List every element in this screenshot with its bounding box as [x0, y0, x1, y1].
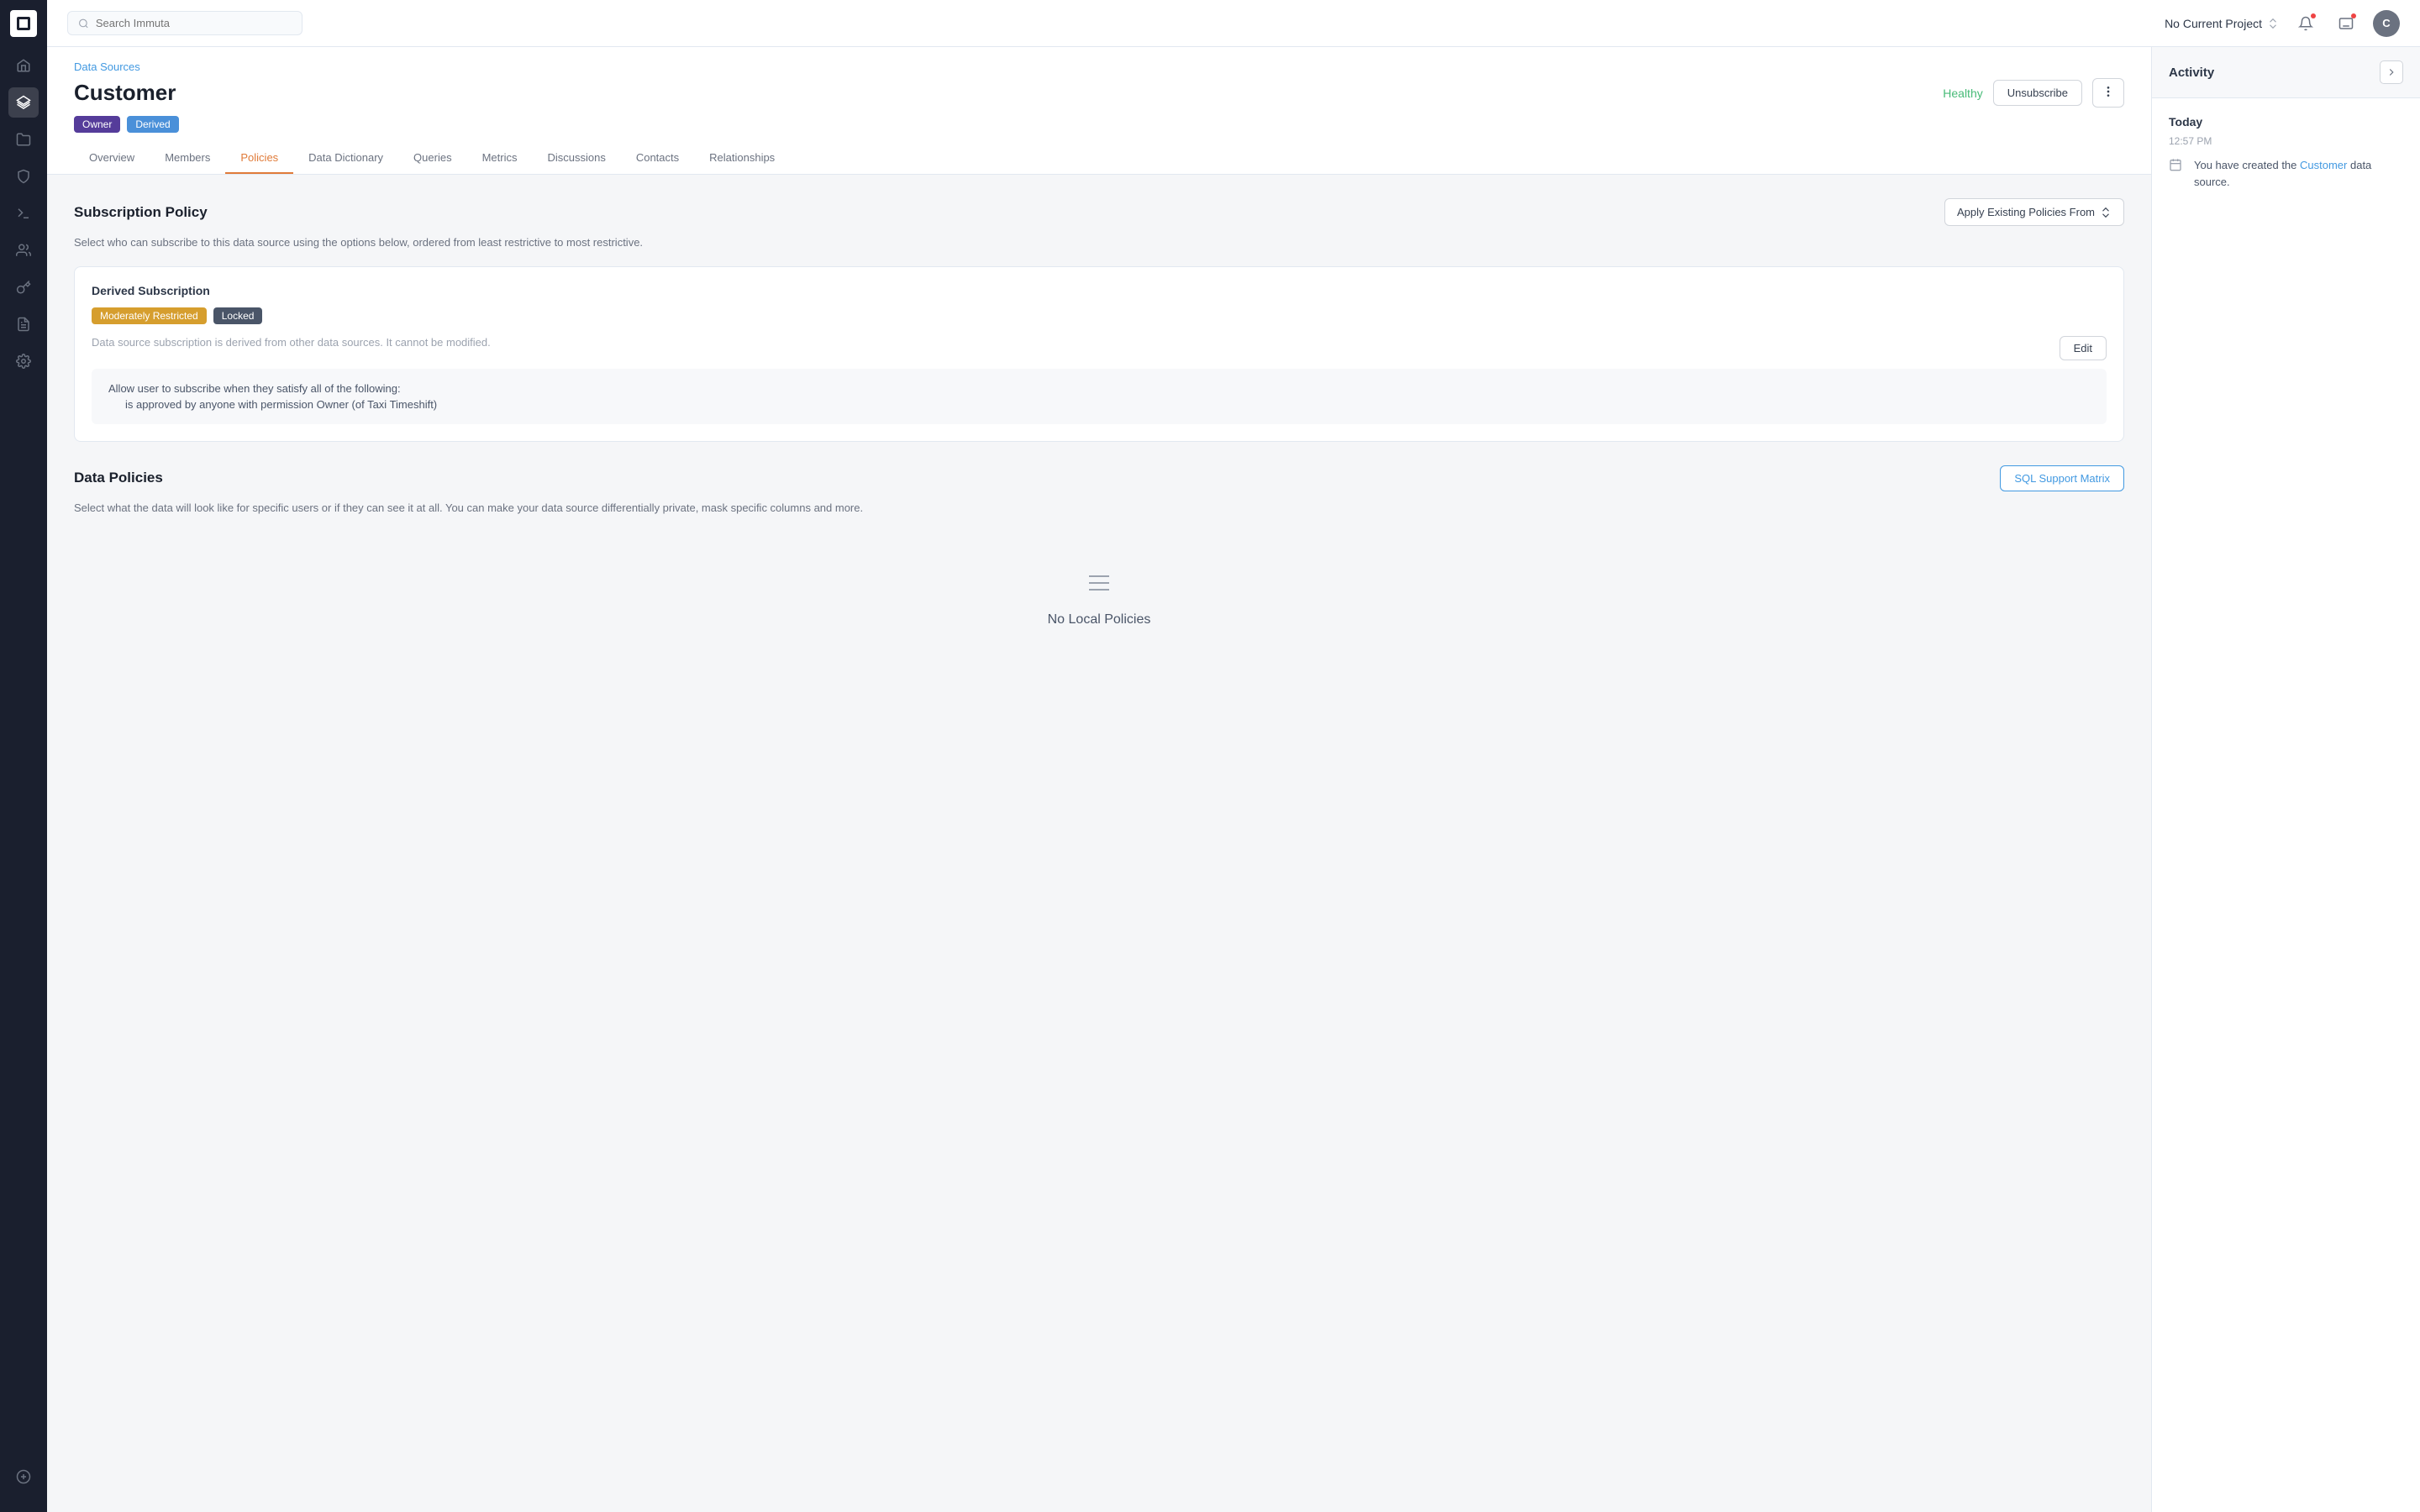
chevron-updown-icon [2267, 18, 2279, 29]
tab-data-dictionary[interactable]: Data Dictionary [293, 143, 398, 174]
tag-derived: Derived [127, 116, 178, 133]
project-label: No Current Project [2165, 17, 2262, 30]
content-body: Subscription Policy Apply Existing Polic… [47, 175, 2151, 683]
page-header: Data Sources Customer Healthy Unsubscrib… [47, 47, 2151, 175]
activity-today-label: Today [2169, 115, 2403, 129]
search-icon [78, 18, 89, 29]
activity-body: Today 12:57 PM You have created the Cust… [2152, 98, 2420, 207]
activity-time: 12:57 PM [2169, 135, 2403, 147]
tab-relationships[interactable]: Relationships [694, 143, 790, 174]
subscription-policy-title: Subscription Policy [74, 204, 208, 221]
notification-dot [2311, 13, 2316, 18]
breadcrumb[interactable]: Data Sources [74, 60, 2124, 73]
tag-owner: Owner [74, 116, 120, 133]
sql-support-matrix-button[interactable]: SQL Support Matrix [2000, 465, 2124, 491]
more-menu-button[interactable] [2092, 78, 2124, 108]
sidebar-item-users[interactable] [8, 235, 39, 265]
sidebar-item-add[interactable] [8, 1462, 39, 1492]
policy-rule-box: Allow user to subscribe when they satisf… [92, 369, 2107, 424]
sidebar-item-terminal[interactable] [8, 198, 39, 228]
sidebar-item-layers[interactable] [8, 87, 39, 118]
sidebar [0, 0, 47, 1512]
notifications-icon[interactable] [2292, 10, 2319, 37]
tabs: Overview Members Policies Data Dictionar… [74, 143, 2124, 174]
search-box[interactable] [67, 11, 302, 35]
sidebar-item-shield[interactable] [8, 161, 39, 192]
policy-card-title: Derived Subscription [92, 284, 2107, 297]
tab-metrics[interactable]: Metrics [467, 143, 533, 174]
sidebar-item-report[interactable] [8, 309, 39, 339]
tab-contacts[interactable]: Contacts [621, 143, 694, 174]
activity-item-text: You have created the Customer data sourc… [2194, 157, 2403, 190]
sidebar-item-folder[interactable] [8, 124, 39, 155]
subscription-policy-header: Subscription Policy Apply Existing Polic… [74, 198, 2124, 226]
tab-overview[interactable]: Overview [74, 143, 150, 174]
topnav: No Current Project C [47, 0, 2420, 47]
activity-title: Activity [2169, 66, 2214, 80]
derived-subscription-card: Derived Subscription Moderately Restrict… [74, 266, 2124, 442]
policy-rule-line1: Allow user to subscribe when they satisf… [108, 382, 2090, 395]
sidebar-item-key[interactable] [8, 272, 39, 302]
project-selector[interactable]: No Current Project [2165, 17, 2279, 30]
tab-queries[interactable]: Queries [398, 143, 467, 174]
no-policies-title: No Local Policies [1048, 612, 1151, 627]
policy-badges: Moderately Restricted Locked [92, 307, 2107, 324]
app-logo[interactable] [10, 10, 37, 37]
sidebar-item-settings[interactable] [8, 346, 39, 376]
calendar-icon [2169, 158, 2186, 175]
badge-locked: Locked [213, 307, 263, 324]
chevron-updown-icon [2100, 207, 2112, 218]
page-title: Customer [74, 80, 176, 106]
keyboard-notification-dot [2351, 13, 2356, 18]
edit-button[interactable]: Edit [2060, 336, 2107, 360]
activity-text-before: You have created the [2194, 159, 2300, 171]
tab-discussions[interactable]: Discussions [532, 143, 620, 174]
status-badge: Healthy [1943, 87, 1982, 100]
badge-moderately-restricted: Moderately Restricted [92, 307, 207, 324]
activity-item: You have created the Customer data sourc… [2169, 157, 2403, 190]
data-policies-desc: Select what the data will look like for … [74, 500, 2124, 517]
activity-header: Activity [2152, 47, 2420, 98]
activity-panel: Activity Today 12:57 PM You have created… [2151, 47, 2420, 1512]
no-policies-icon [1086, 570, 1113, 599]
data-policies-title: Data Policies [74, 470, 163, 486]
subscription-policy-desc: Select who can subscribe to this data so… [74, 234, 2124, 251]
avatar[interactable]: C [2373, 10, 2400, 37]
data-policies-header: Data Policies SQL Support Matrix [74, 465, 2124, 491]
apply-btn-label: Apply Existing Policies From [1957, 206, 2095, 218]
keyboard-icon[interactable] [2333, 10, 2360, 37]
sidebar-item-home[interactable] [8, 50, 39, 81]
activity-toggle-button[interactable] [2380, 60, 2403, 84]
activity-customer-link[interactable]: Customer [2300, 159, 2347, 171]
header-actions: Healthy Unsubscribe [1943, 78, 2124, 108]
chevron-right-icon [2386, 66, 2397, 78]
tags-row: Owner Derived [74, 116, 2124, 133]
policy-rule-line2: is approved by anyone with permission Ow… [108, 398, 2090, 411]
no-policies-area: No Local Policies [74, 543, 2124, 659]
tab-members[interactable]: Members [150, 143, 225, 174]
unsubscribe-button[interactable]: Unsubscribe [1993, 80, 2082, 106]
policy-derived-msg: Data source subscription is derived from… [92, 336, 2060, 349]
tab-policies[interactable]: Policies [225, 143, 293, 174]
apply-existing-policies-button[interactable]: Apply Existing Policies From [1944, 198, 2124, 226]
search-input[interactable] [96, 17, 292, 29]
